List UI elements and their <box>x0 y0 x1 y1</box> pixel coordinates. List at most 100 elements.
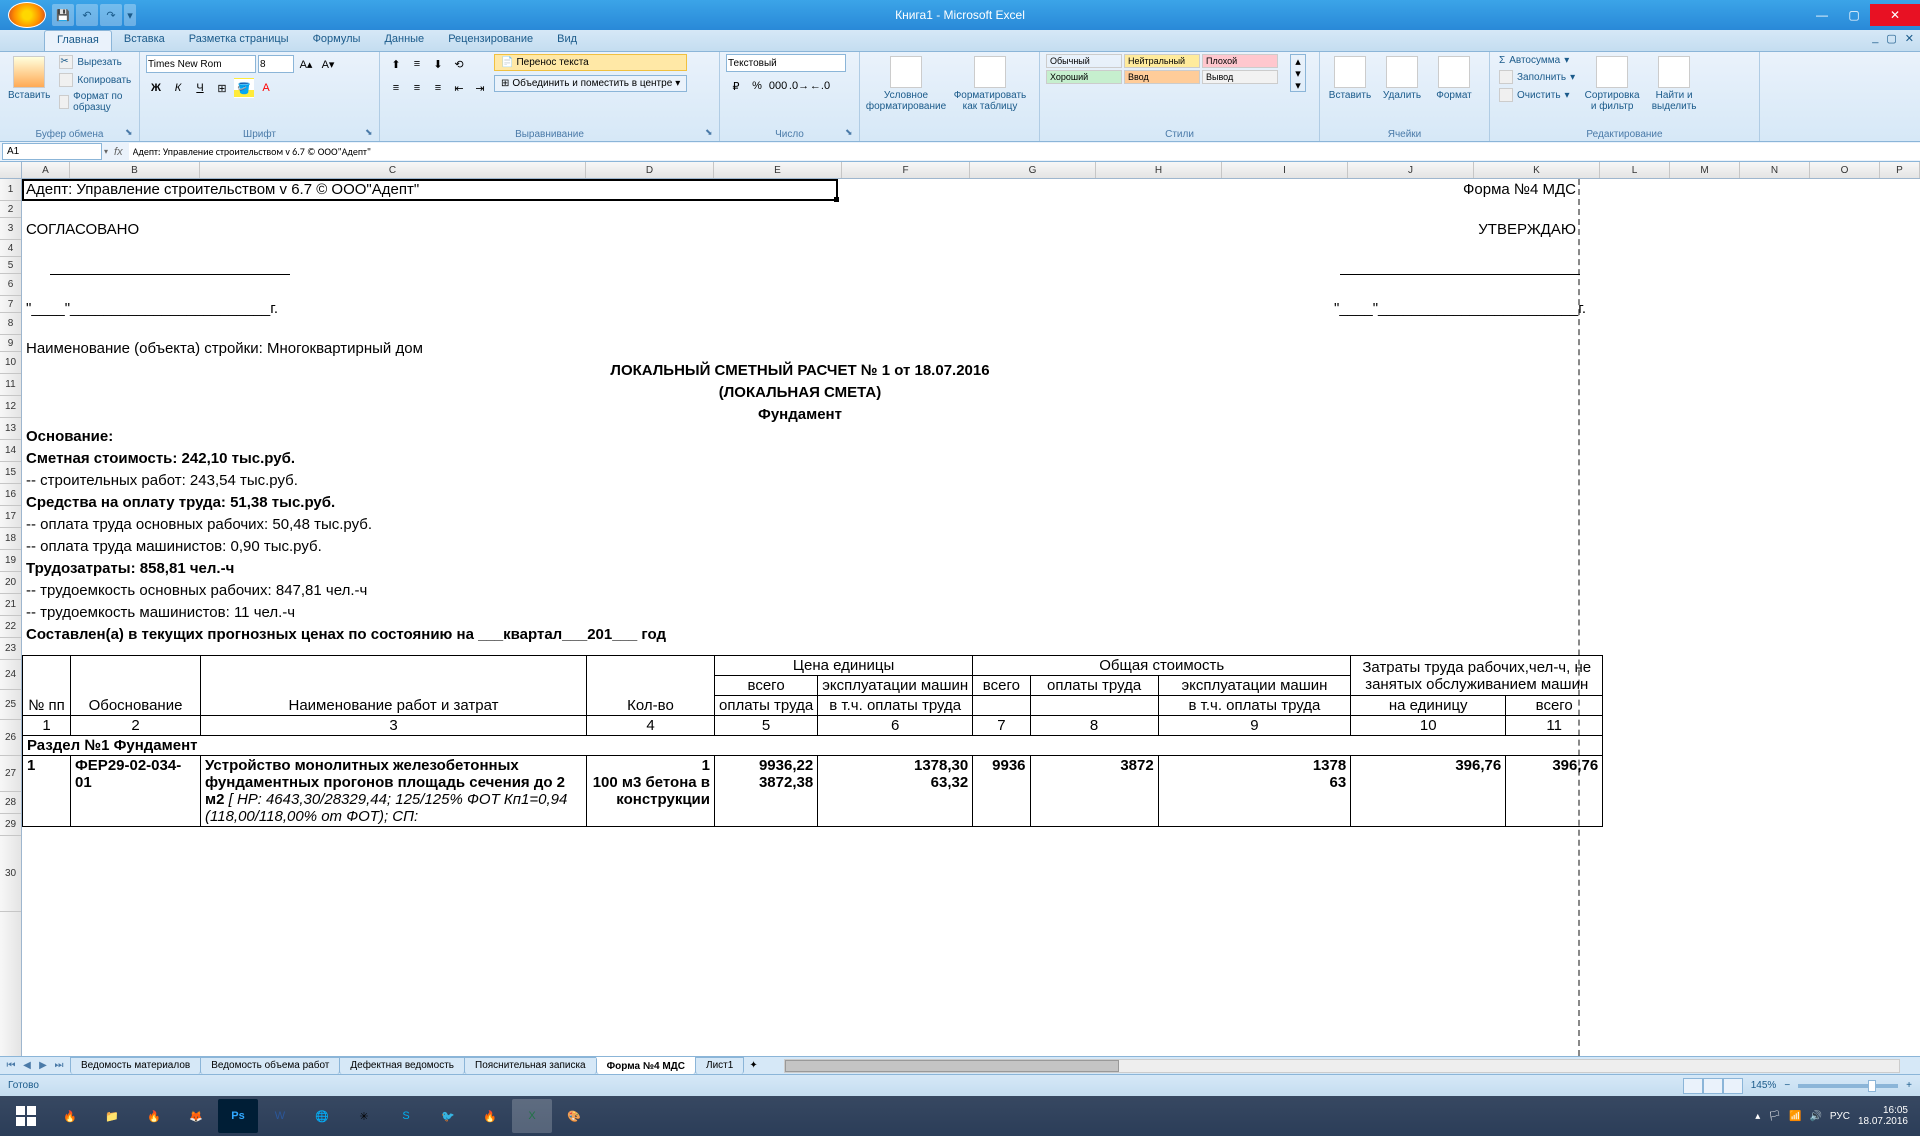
tab-Данные[interactable]: Данные <box>372 30 436 51</box>
font-family-select[interactable] <box>146 55 256 73</box>
format-cells-button[interactable]: Формат <box>1430 54 1478 103</box>
row-header-11[interactable]: 11 <box>0 374 21 396</box>
tray-time[interactable]: 16:05 <box>1858 1105 1908 1116</box>
worksheet[interactable]: ABCDEFGHIJKLMNOP 12345678910111213141516… <box>0 162 1920 1056</box>
row-header-21[interactable]: 21 <box>0 594 21 616</box>
name-box[interactable] <box>2 143 102 160</box>
row-header-30[interactable]: 30 <box>0 836 21 912</box>
orientation-button[interactable]: ⟲ <box>449 54 469 74</box>
row-header-1[interactable]: 1 <box>0 179 21 201</box>
insert-cells-button[interactable]: Вставить <box>1326 54 1374 103</box>
align-middle-button[interactable]: ≡ <box>407 54 427 74</box>
copy-button[interactable]: Копировать <box>56 72 134 88</box>
format-as-table-button[interactable]: Форматировать как таблицу <box>950 54 1030 114</box>
tab-Главная[interactable]: Главная <box>44 30 112 51</box>
close-button[interactable]: ✕ <box>1870 4 1920 26</box>
office-button[interactable] <box>8 2 46 28</box>
col-header-C[interactable]: C <box>200 162 586 178</box>
alignment-launcher[interactable]: ⬊ <box>705 127 717 139</box>
col-header-G[interactable]: G <box>970 162 1096 178</box>
col-header-M[interactable]: M <box>1670 162 1740 178</box>
decrease-indent-button[interactable]: ⇤ <box>449 78 469 98</box>
taskbar-thunderbird[interactable]: 🐦 <box>428 1099 468 1133</box>
row-header-26[interactable]: 26 <box>0 720 21 756</box>
col-header-F[interactable]: F <box>842 162 970 178</box>
decrease-font-button[interactable]: A▾ <box>318 54 338 74</box>
row-header-28[interactable]: 28 <box>0 792 21 814</box>
new-sheet-button[interactable]: ✦ <box>743 1060 763 1071</box>
row-header-3[interactable]: 3 <box>0 218 21 240</box>
sheet-nav-prev[interactable]: ◀ <box>20 1060 34 1071</box>
sheet-tab-2[interactable]: Дефектная ведомость <box>339 1057 465 1074</box>
sheet-tab-1[interactable]: Ведомость объема работ <box>200 1057 340 1074</box>
sheet-nav-first[interactable]: ⏮ <box>4 1060 18 1071</box>
row-header-2[interactable]: 2 <box>0 201 21 218</box>
increase-indent-button[interactable]: ⇥ <box>470 78 490 98</box>
taskbar-photoshop[interactable]: Ps <box>218 1099 258 1133</box>
row-header-6[interactable]: 6 <box>0 274 21 296</box>
select-all-corner[interactable] <box>0 162 22 178</box>
col-header-E[interactable]: E <box>714 162 842 178</box>
col-header-A[interactable]: A <box>22 162 70 178</box>
align-top-button[interactable]: ⬆ <box>386 54 406 74</box>
row-header-24[interactable]: 24 <box>0 660 21 690</box>
align-right-button[interactable]: ≡ <box>428 78 448 98</box>
decrease-decimal-button[interactable]: ←.0 <box>810 76 830 96</box>
format-painter-button[interactable]: Формат по образцу <box>56 90 134 114</box>
number-format-select[interactable] <box>726 54 846 72</box>
conditional-format-button[interactable]: Условное форматирование <box>866 54 946 114</box>
styles-more[interactable]: ▾ <box>1291 79 1305 91</box>
tab-Рецензирование[interactable]: Рецензирование <box>436 30 545 51</box>
row-header-22[interactable]: 22 <box>0 616 21 638</box>
sheet-tab-5[interactable]: Лист1 <box>695 1057 744 1074</box>
qat-dropdown[interactable]: ▾ <box>124 4 136 26</box>
fill-color-button[interactable]: 🪣 <box>234 78 254 98</box>
font-launcher[interactable]: ⬊ <box>365 127 377 139</box>
row-header-10[interactable]: 10 <box>0 352 21 374</box>
ribbon-restore-icon[interactable]: ▢ <box>1886 32 1896 45</box>
bold-button[interactable]: Ж <box>146 78 166 98</box>
taskbar-app-1[interactable]: 🔥 <box>50 1099 90 1133</box>
row-header-12[interactable]: 12 <box>0 396 21 418</box>
sheet-tab-0[interactable]: Ведомость материалов <box>70 1057 201 1074</box>
row-header-23[interactable]: 23 <box>0 638 21 660</box>
styles-gallery[interactable]: Обычный Нейтральный Плохой Хороший Ввод … <box>1046 54 1286 84</box>
style-normal[interactable]: Обычный <box>1046 54 1122 68</box>
sheet-tab-3[interactable]: Пояснительная записка <box>464 1057 597 1074</box>
styles-up[interactable]: ▴ <box>1291 55 1305 67</box>
row-header-18[interactable]: 18 <box>0 528 21 550</box>
align-bottom-button[interactable]: ⬇ <box>428 54 448 74</box>
tray-flag-icon[interactable]: 🏳 <box>1768 1111 1781 1122</box>
style-output[interactable]: Вывод <box>1202 70 1278 84</box>
row-header-15[interactable]: 15 <box>0 462 21 484</box>
clear-button[interactable]: Очистить▾ <box>1496 87 1578 103</box>
tab-Вставка[interactable]: Вставка <box>112 30 177 51</box>
tab-Вид[interactable]: Вид <box>545 30 589 51</box>
row-header-4[interactable]: 4 <box>0 240 21 257</box>
fill-handle[interactable] <box>834 197 839 202</box>
align-left-button[interactable]: ≡ <box>386 78 406 98</box>
ribbon-minimize-icon[interactable]: _ <box>1872 32 1878 45</box>
horizontal-scrollbar[interactable] <box>784 1059 1900 1073</box>
taskbar-excel[interactable]: X <box>512 1099 552 1133</box>
col-header-K[interactable]: K <box>1474 162 1600 178</box>
clipboard-launcher[interactable]: ⬊ <box>125 127 137 139</box>
increase-decimal-button[interactable]: .0→ <box>789 76 809 96</box>
comma-button[interactable]: 000 <box>768 76 788 96</box>
taskbar-app-2[interactable]: 🔥 <box>134 1099 174 1133</box>
fill-button[interactable]: Заполнить▾ <box>1496 69 1578 85</box>
row-header-5[interactable]: 5 <box>0 257 21 274</box>
row-header-29[interactable]: 29 <box>0 814 21 836</box>
increase-font-button[interactable]: A▴ <box>296 54 316 74</box>
qat-redo[interactable]: ↷ <box>100 4 122 26</box>
taskbar-chrome[interactable]: 🌐 <box>302 1099 342 1133</box>
zoom-out[interactable]: − <box>1784 1080 1790 1091</box>
percent-button[interactable]: % <box>747 76 767 96</box>
font-color-button[interactable]: A <box>256 78 276 98</box>
start-button[interactable] <box>4 1099 48 1133</box>
col-header-B[interactable]: B <box>70 162 200 178</box>
col-header-L[interactable]: L <box>1600 162 1670 178</box>
ribbon-close-icon[interactable]: ✕ <box>1905 32 1914 45</box>
maximize-button[interactable]: ▢ <box>1838 4 1870 26</box>
qat-save[interactable]: 💾 <box>52 4 74 26</box>
